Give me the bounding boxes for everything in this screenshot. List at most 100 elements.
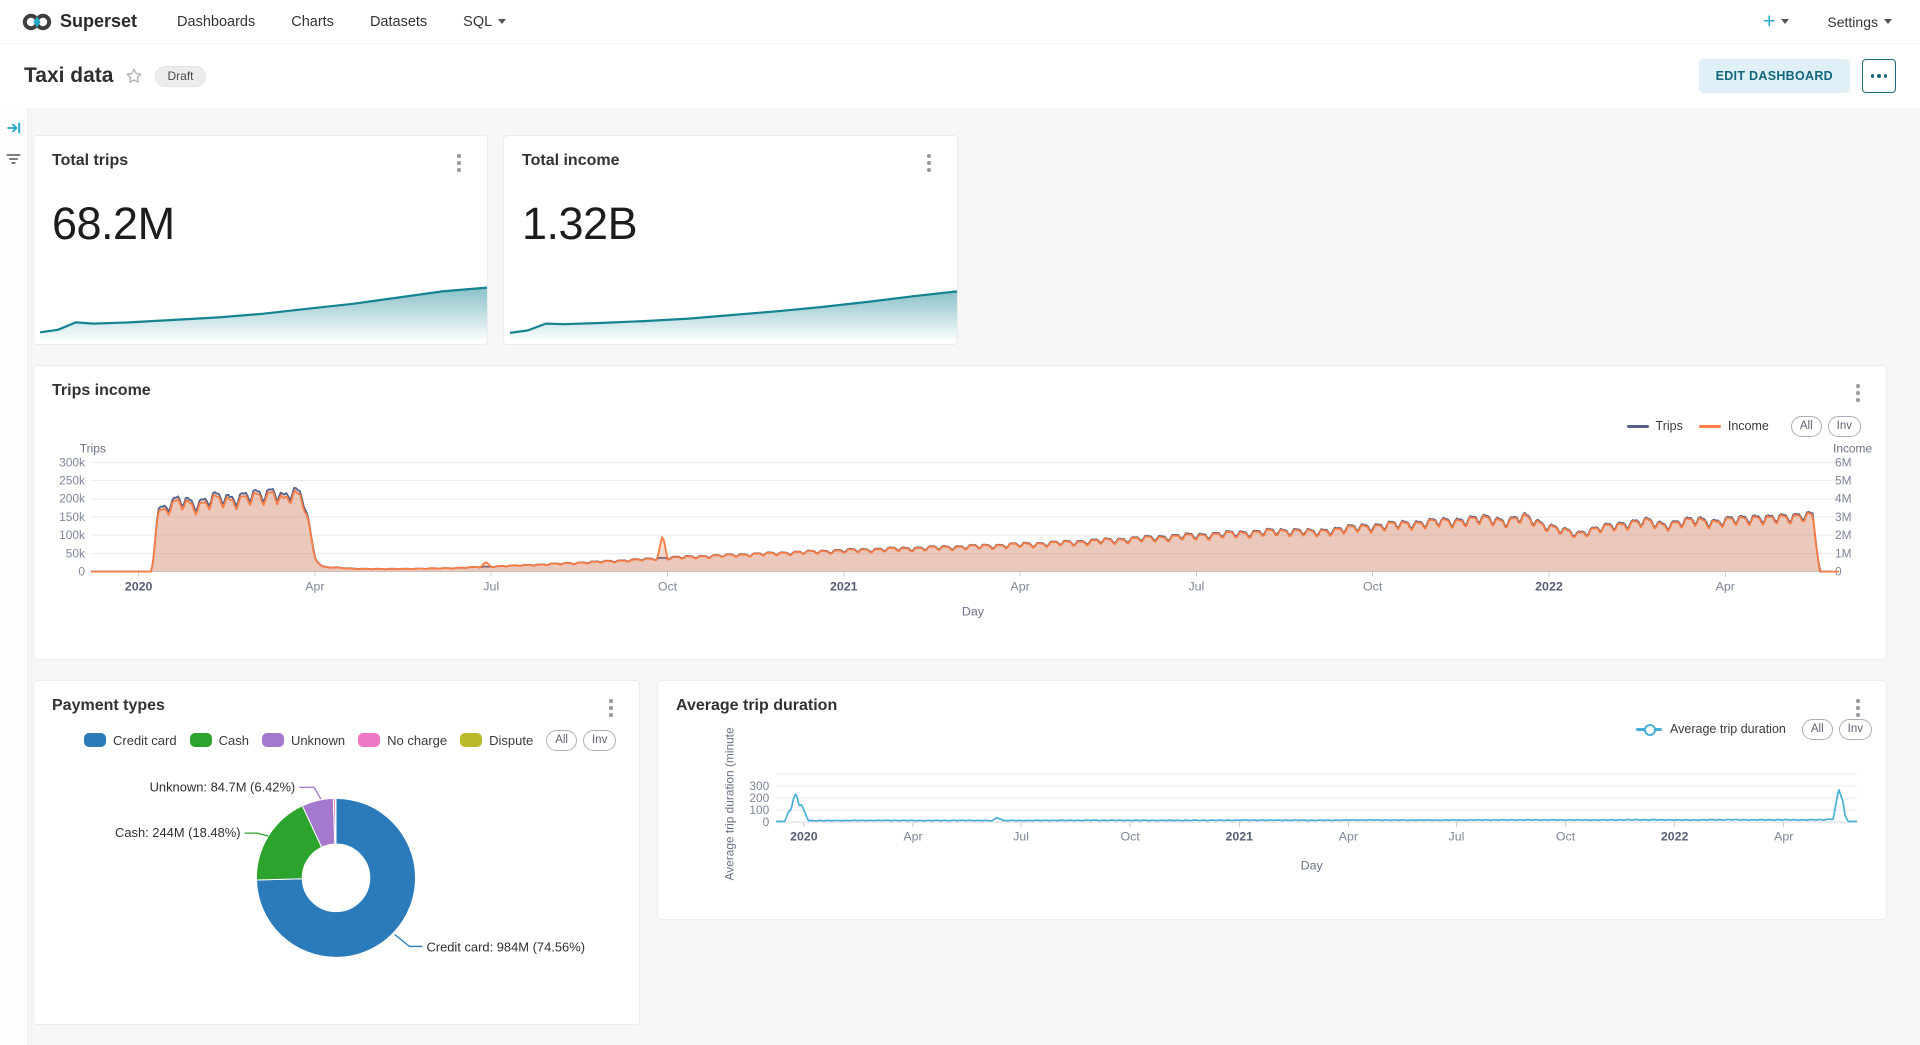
card-trips-income: Trips income Trips Income All Inv 300k 6M… [33,365,1887,660]
settings-menu[interactable]: Settings [1827,14,1892,30]
nav-item-dashboards[interactable]: Dashboards [177,14,255,30]
chart-legend: Credit card Cash Unknown No charge Dispu… [84,730,616,751]
svg-text:1M: 1M [1835,546,1852,560]
svg-text:3M: 3M [1835,510,1852,524]
edit-dashboard-button[interactable]: EDIT DASHBOARD [1699,59,1850,93]
line-marker-icon [1636,724,1662,734]
svg-text:Apr: Apr [1010,579,1029,593]
expand-filter-bar-button[interactable] [6,120,22,136]
chevron-down-icon [1781,19,1789,24]
top-nav: Superset Dashboards Charts Datasets SQL … [0,0,1920,44]
cash-swatch [190,733,212,747]
svg-text:0: 0 [763,815,770,829]
chart-title: Total income [522,152,620,170]
page-title: Taxi data [24,64,113,88]
legend-inv-button[interactable]: Inv [1839,719,1872,740]
chart-kebab-menu[interactable] [455,152,463,174]
svg-text:Cash: 244M (18.48%): Cash: 244M (18.48%) [115,825,241,840]
chart-kebab-menu[interactable] [925,152,933,174]
svg-text:2022: 2022 [1535,579,1563,593]
svg-text:0: 0 [78,565,85,579]
svg-text:2M: 2M [1835,528,1852,542]
plus-icon: + [1763,11,1775,32]
dashboard-header: Taxi data Draft EDIT DASHBOARD [0,44,1920,108]
svg-text:Trips: Trips [80,441,106,455]
chevron-down-icon [498,19,506,24]
filter-funnel-icon[interactable] [6,152,21,166]
favorite-star-icon[interactable] [125,67,143,85]
svg-text:Day: Day [1301,858,1324,872]
svg-text:Day: Day [962,604,985,618]
legend-all-button[interactable]: All [546,730,577,751]
legend-item-average-trip-duration[interactable]: Average trip duration [1636,722,1786,736]
svg-text:Income: Income [1833,441,1872,455]
svg-text:Oct: Oct [658,579,678,593]
filter-bar-collapsed [0,108,28,1045]
svg-text:Oct: Oct [1121,830,1141,844]
legend-item-unknown[interactable]: Unknown [262,733,345,748]
svg-text:Apr: Apr [1716,579,1735,593]
legend-item-cash[interactable]: Cash [190,733,249,748]
new-item-button[interactable]: + [1763,11,1789,32]
big-number-value: 1.32B [522,198,637,250]
svg-text:Unknown: 84.7M (6.42%): Unknown: 84.7M (6.42%) [150,779,296,794]
nav-item-charts[interactable]: Charts [291,14,334,30]
legend-inv-button[interactable]: Inv [583,730,616,751]
svg-text:2021: 2021 [1226,830,1254,844]
average-trip-duration-chart[interactable]: 3002001000Average trip duration (minute2… [658,681,1886,919]
svg-text:100k: 100k [59,528,85,542]
chart-title: Trips income [52,382,151,400]
brand-name: Superset [60,11,137,32]
nav-item-sql[interactable]: SQL [463,14,506,30]
superset-logo-icon [22,11,52,33]
svg-text:Jul: Jul [1449,830,1465,844]
nav-item-datasets[interactable]: Datasets [370,14,427,30]
chart-kebab-menu[interactable] [1854,697,1862,719]
legend-all-button[interactable]: All [1791,416,1822,437]
svg-text:300k: 300k [59,455,85,469]
legend-all-button[interactable]: All [1802,719,1833,740]
svg-text:250k: 250k [59,474,85,488]
big-number-value: 68.2M [52,198,175,250]
chart-legend: Trips Income All Inv [1627,416,1861,437]
chevron-down-icon [1884,19,1892,24]
card-total-income: Total income 1.32B [503,135,958,345]
total-income-sparkline [510,262,957,340]
superset-brand[interactable]: Superset [22,11,137,33]
card-average-trip-duration: Average trip duration Average trip durat… [657,680,1887,920]
svg-text:50k: 50k [66,546,85,560]
card-total-trips: Total trips 68.2M [33,135,488,345]
legend-inv-button[interactable]: Inv [1828,416,1861,437]
svg-text:Apr: Apr [305,579,324,593]
legend-item-dispute[interactable]: Dispute [460,733,533,748]
chart-kebab-menu[interactable] [1854,382,1862,404]
dashboard-canvas: Total trips 68.2M Total income 1.32B Tri… [0,108,1920,1045]
dashboard-more-button[interactable] [1862,59,1896,93]
chart-title: Total trips [52,152,128,170]
svg-text:5M: 5M [1835,474,1852,488]
trips-income-chart[interactable]: 300k6M250k5M200k4M150k3M100k2M50k1M00Tri… [34,366,1886,659]
svg-text:Jul: Jul [483,579,499,593]
svg-text:Oct: Oct [1363,579,1383,593]
svg-text:4M: 4M [1835,492,1852,506]
svg-text:2022: 2022 [1661,830,1689,844]
trips-line-swatch [1627,425,1649,428]
dispute-swatch [460,733,482,747]
unknown-swatch [262,733,284,747]
legend-item-no-charge[interactable]: No charge [358,733,447,748]
chart-kebab-menu[interactable] [607,697,615,719]
chart-legend: Average trip duration All Inv [1636,719,1872,740]
no-charge-swatch [358,733,380,747]
legend-item-trips[interactable]: Trips [1627,419,1683,433]
svg-text:Credit card: 984M (74.56%): Credit card: 984M (74.56%) [426,939,585,954]
svg-text:6M: 6M [1835,455,1852,469]
legend-item-income[interactable]: Income [1699,419,1769,433]
total-trips-sparkline [40,262,487,340]
legend-item-credit-card[interactable]: Credit card [84,733,177,748]
svg-text:Average trip duration (minute: Average trip duration (minute [723,727,737,881]
svg-text:Jul: Jul [1013,830,1029,844]
svg-text:150k: 150k [59,510,85,524]
svg-text:2020: 2020 [125,579,153,593]
svg-text:Jul: Jul [1188,579,1204,593]
svg-text:Apr: Apr [903,830,922,844]
